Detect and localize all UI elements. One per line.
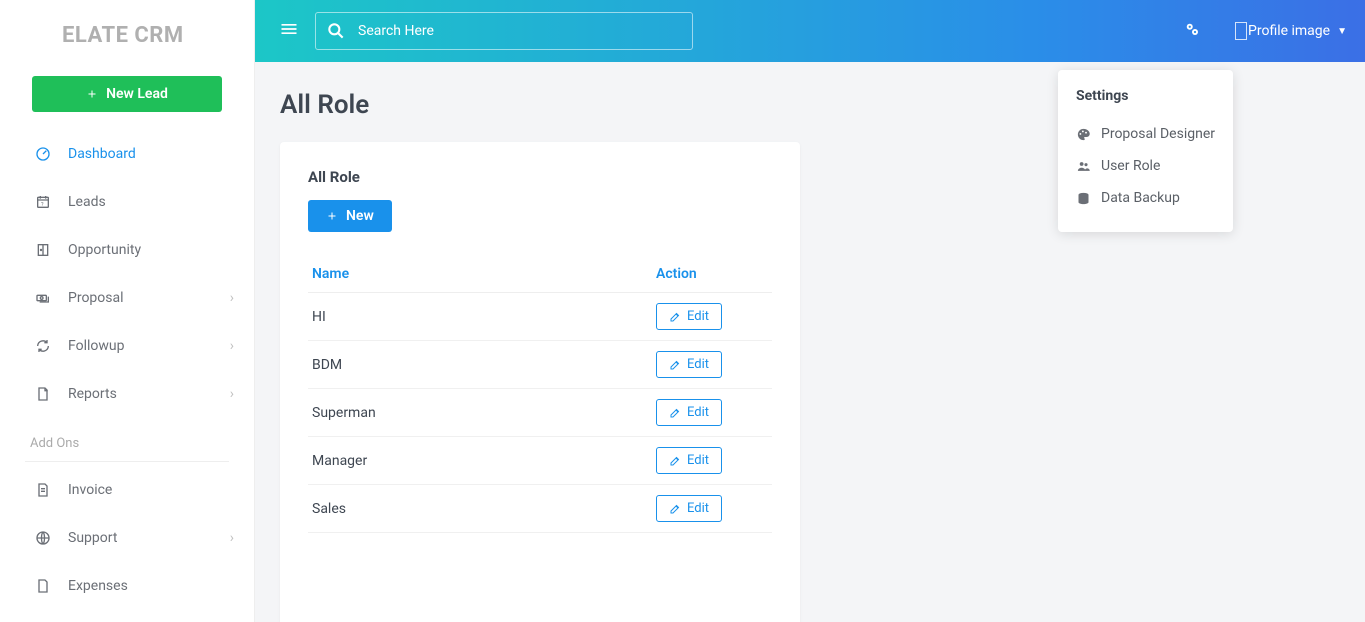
file-icon [35,386,68,402]
sync-icon [35,338,68,354]
avatar [1235,22,1247,40]
gear-icon[interactable] [1179,16,1205,46]
role-name: Sales [308,485,652,533]
gauge-icon [35,146,68,162]
col-action: Action [652,256,772,293]
new-button[interactable]: New [308,200,392,232]
new-button-label: New [346,208,374,224]
sidebar-item-label: Proposal [68,290,124,306]
brand-title: ELATE CRM [0,0,254,66]
sidebar: ELATE CRM New Lead Dashboard ? Leads Opp… [0,0,255,622]
role-name: Manager [308,437,652,485]
sidebar-item-label: Followup [68,338,124,354]
role-name: BDM [308,341,652,389]
new-lead-button[interactable]: New Lead [32,76,222,112]
profile-label: Profile image [1248,23,1330,39]
edit-button[interactable]: Edit [656,351,722,378]
edit-button[interactable]: Edit [656,399,722,426]
door-icon [35,242,68,258]
table-row: BDM Edit [308,341,772,389]
money-icon [35,290,68,306]
chevron-right-icon: › [230,386,234,402]
chevron-right-icon: › [230,530,234,546]
col-name: Name [308,256,652,293]
edit-button[interactable]: Edit [656,447,722,474]
role-card: All Role New Name Action HIEditBDMEditSu… [280,142,800,622]
sidebar-item-label: Opportunity [68,242,141,258]
profile-menu[interactable]: Profile image ▼ [1235,22,1347,40]
sidebar-item-leads[interactable]: ? Leads [0,178,254,226]
settings-item-label: User Role [1101,158,1160,174]
sidebar-item-label: Leads [68,194,106,210]
edit-icon [669,455,681,467]
settings-popover: Settings Proposal Designer User Role Dat… [1058,70,1233,232]
edit-label: Edit [687,357,709,372]
invoice-icon [35,482,68,498]
edit-label: Edit [687,453,709,468]
action-cell: Edit [652,389,772,437]
sidebar-item-reports[interactable]: Reports › [0,370,254,418]
plus-icon [326,210,338,222]
search-input[interactable] [358,23,682,39]
table-row: HI Edit [308,293,772,341]
settings-title: Settings [1076,88,1215,104]
receipt-icon [35,578,68,594]
sidebar-item-label: Invoice [68,482,112,498]
role-table: Name Action HIEditBDMEditSupermanEditMan… [308,256,772,533]
settings-item-label: Data Backup [1101,190,1180,206]
palette-icon [1076,127,1091,142]
search-container [315,12,693,50]
action-cell: Edit [652,341,772,389]
settings-item-user-role[interactable]: User Role [1076,150,1215,182]
sidebar-item-proposal[interactable]: Proposal › [0,274,254,322]
users-icon [1076,159,1091,174]
edit-label: Edit [687,309,709,324]
action-cell: Edit [652,437,772,485]
menu-icon[interactable] [275,15,303,47]
settings-item-label: Proposal Designer [1101,126,1215,142]
sidebar-item-dashboard[interactable]: Dashboard [0,130,254,178]
edit-button[interactable]: Edit [656,495,722,522]
role-name: HI [308,293,652,341]
chevron-right-icon: › [230,290,234,306]
edit-button[interactable]: Edit [656,303,722,330]
edit-label: Edit [687,501,709,516]
table-row: Superman Edit [308,389,772,437]
globe-icon [35,530,68,546]
sidebar-item-label: Support [68,530,117,546]
role-name: Superman [308,389,652,437]
table-row: Sales Edit [308,485,772,533]
plus-icon [86,88,98,100]
sidebar-item-label: Reports [68,386,117,402]
sidebar-item-invoice[interactable]: Invoice [0,466,254,514]
addons-header: Add Ons [0,418,254,461]
edit-icon [669,503,681,515]
calendar-icon: ? [35,194,68,210]
action-cell: Edit [652,293,772,341]
sidebar-item-label: Expenses [68,578,128,594]
action-cell: Edit [652,485,772,533]
topbar: Profile image ▼ [255,0,1365,62]
sidebar-item-label: Dashboard [68,146,136,162]
chevron-down-icon: ▼ [1337,26,1347,37]
new-lead-label: New Lead [106,86,168,102]
database-icon [1076,191,1091,206]
chevron-right-icon: › [230,338,234,354]
main-area: Profile image ▼ All Role All Role New Na… [255,0,1365,622]
edit-label: Edit [687,405,709,420]
search-icon [326,21,346,41]
edit-icon [669,359,681,371]
sidebar-item-opportunity[interactable]: Opportunity [0,226,254,274]
edit-icon [669,407,681,419]
settings-item-data-backup[interactable]: Data Backup [1076,182,1215,214]
table-row: Manager Edit [308,437,772,485]
card-title: All Role [308,168,772,186]
edit-icon [669,311,681,323]
section-divider [25,461,229,462]
sidebar-item-expenses[interactable]: Expenses [0,562,254,610]
sidebar-item-support[interactable]: Support › [0,514,254,562]
settings-item-proposal-designer[interactable]: Proposal Designer [1076,118,1215,150]
sidebar-item-followup[interactable]: Followup › [0,322,254,370]
